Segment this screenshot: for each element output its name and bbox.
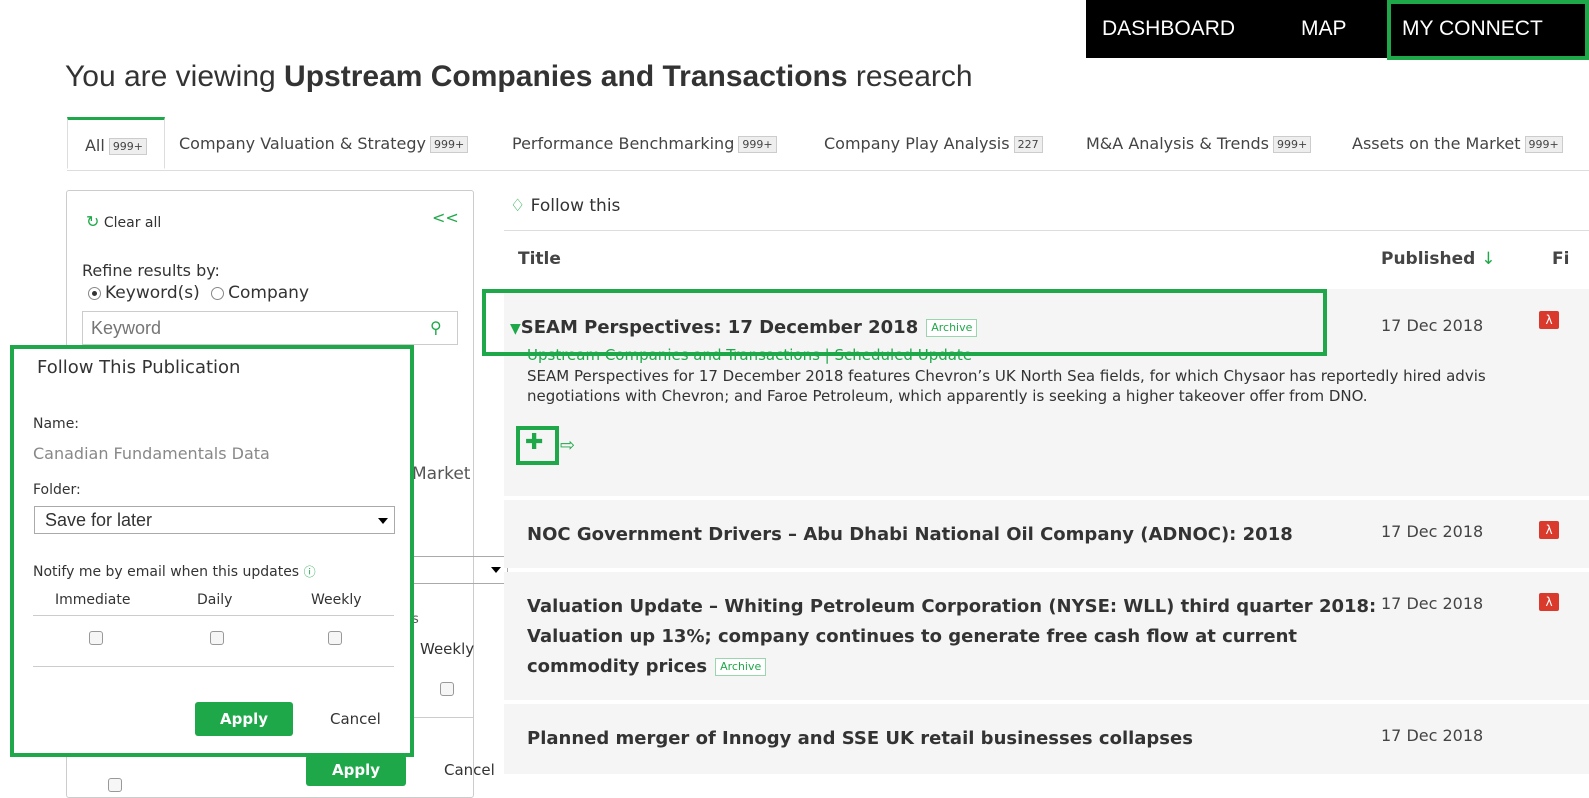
pdf-icon[interactable]: λ [1539, 311, 1559, 329]
row-title[interactable]: Valuation Update – Whiting Petroleum Cor… [527, 592, 1376, 682]
modal-apply-button[interactable]: Apply [195, 702, 293, 736]
highlight-add-icon [516, 426, 559, 465]
keyword-input[interactable] [82, 311, 458, 345]
arrow-down-icon: ↓ [1481, 249, 1496, 269]
info-icon: ⓘ [303, 565, 316, 579]
follow-publication-modal: Follow This Publication Name: Canadian F… [10, 345, 414, 757]
column-published[interactable]: Published ↓ [1381, 249, 1495, 269]
divider [412, 717, 474, 718]
folder-select[interactable]: Save for later [34, 506, 395, 534]
radio-keyword[interactable] [88, 286, 101, 300]
refresh-icon: ↻ [86, 212, 100, 231]
nav-dashboard[interactable]: DASHBOARD [1102, 0, 1235, 58]
modal-cancel-button[interactable]: Cancel [330, 710, 381, 728]
collapse-icon[interactable]: << [432, 208, 459, 227]
table-row: Planned merger of Innogy and SSE UK reta… [504, 704, 1589, 774]
radio-company[interactable] [211, 286, 225, 300]
hidden-checkbox[interactable] [108, 778, 122, 792]
row-title[interactable]: NOC Government Drivers – Abu Dhabi Natio… [527, 520, 1293, 550]
column-title[interactable]: Title [518, 249, 561, 269]
bell-icon: ♢ [510, 196, 526, 216]
tab-all[interactable]: All 999+ [67, 117, 165, 169]
clear-all-button[interactable]: ↻ Clear all [86, 212, 161, 231]
sidebar-apply-button[interactable]: Apply [306, 755, 406, 786]
tab-bar: All 999+ Company Valuation & Strategy 999+… [67, 117, 1589, 171]
archive-badge: Archive [715, 658, 767, 676]
highlight-row-title [482, 289, 1327, 356]
checkbox-daily[interactable] [210, 631, 224, 645]
row-title[interactable]: Planned merger of Innogy and SSE UK reta… [527, 724, 1193, 754]
tab-company-valuation[interactable]: Company Valuation & Strategy 999+ [179, 118, 469, 170]
page-title: You are viewing Upstream Companies and T… [65, 60, 973, 93]
tab-ma-analysis[interactable]: M&A Analysis & Trends 999+ [1086, 118, 1312, 170]
tab-performance-benchmarking[interactable]: Performance Benchmarking 999+ [512, 118, 777, 170]
chevron-down-icon [491, 567, 501, 573]
modal-title: Follow This Publication [37, 357, 241, 378]
tab-company-play-analysis[interactable]: Company Play Analysis 227 [824, 118, 1043, 170]
notify-label: Notify me by email when this updates ⓘ [33, 564, 316, 580]
pdf-icon[interactable]: λ [1539, 593, 1559, 611]
nav-map[interactable]: MAP [1301, 0, 1347, 58]
table-row: Valuation Update – Whiting Petroleum Cor… [504, 572, 1589, 700]
table-row: NOC Government Drivers – Abu Dhabi Natio… [504, 500, 1589, 568]
sidebar-cancel-button[interactable]: Cancel [444, 761, 495, 779]
divider [33, 666, 394, 667]
results-header: Title Published ↓ Fi [504, 230, 1589, 289]
share-icon[interactable]: ⇨ [560, 435, 575, 456]
hidden-select[interactable] [412, 556, 508, 584]
tab-assets-on-market[interactable]: Assets on the Market 999+ [1352, 118, 1563, 170]
row-date: 17 Dec 2018 [1381, 522, 1484, 541]
highlight-my-connect [1387, 0, 1589, 60]
hidden-market-text: Market [412, 464, 471, 484]
search-icon[interactable]: ⚲ [430, 318, 442, 337]
refine-label: Refine results by: [82, 261, 220, 280]
col-daily: Daily [197, 592, 233, 608]
col-weekly: Weekly [311, 592, 362, 608]
col-immediate: Immediate [55, 592, 131, 608]
column-file[interactable]: Fi [1552, 249, 1569, 269]
row-date: 17 Dec 2018 [1381, 594, 1484, 613]
name-label: Name: [33, 416, 80, 432]
row-date: 17 Dec 2018 [1381, 726, 1484, 745]
checkbox-weekly[interactable] [328, 631, 342, 645]
refine-radios: Keyword(s) Company [88, 283, 309, 303]
hidden-weekly-checkbox[interactable] [440, 682, 454, 696]
row-summary-line-1: SEAM Perspectives for 17 December 2018 f… [527, 367, 1486, 385]
folder-label: Folder: [33, 482, 81, 498]
checkbox-immediate[interactable] [89, 631, 103, 645]
hidden-weekly-label: Weekly [420, 640, 475, 658]
pdf-icon[interactable]: λ [1539, 521, 1559, 539]
chevron-down-icon [378, 518, 388, 524]
row-summary-line-2: negotiations with Chevron; and Faroe Pet… [527, 387, 1368, 405]
row-date: 17 Dec 2018 [1381, 316, 1484, 335]
name-value: Canadian Fundamentals Data [33, 444, 270, 463]
divider [33, 615, 394, 616]
follow-this-button[interactable]: ♢ Follow this [510, 196, 620, 216]
